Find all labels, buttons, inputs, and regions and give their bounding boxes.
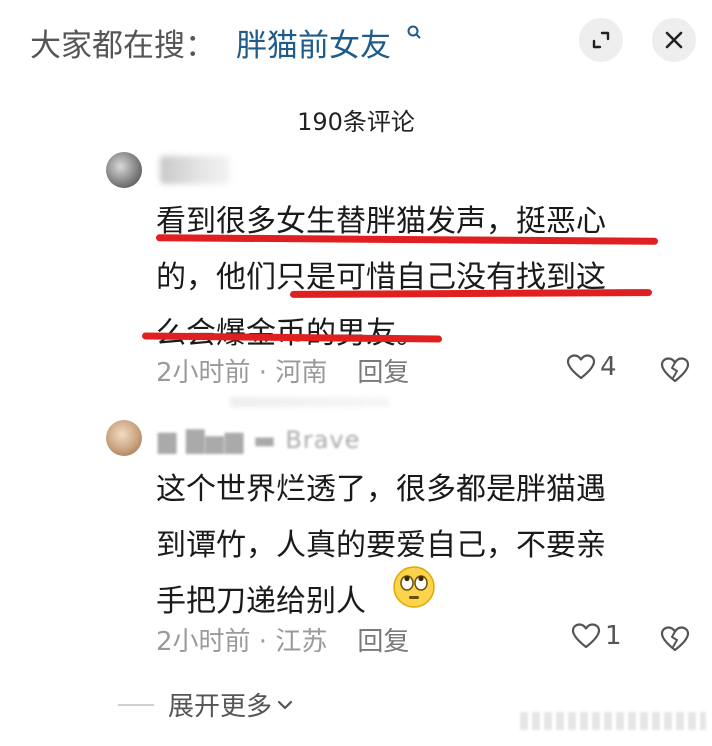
blurred-divider [230,397,390,407]
divider [118,703,154,706]
comment-line: 手把刀递给别人 [156,584,366,619]
broken-heart-icon[interactable] [660,624,690,654]
comment-text: 这个世界烂透了，很多都是胖猫遇 到谭竹，人真的要爱自己，不要亲 手把刀递给别人 [156,462,606,630]
username-blurred[interactable] [160,156,230,184]
reply-button[interactable]: 回复 [357,358,409,388]
heart-icon [566,354,596,380]
watermark [520,712,706,730]
comment-location: 河南 [275,358,328,388]
reply-button[interactable]: 回复 [357,627,409,657]
chevron-down-icon [277,700,293,709]
like-button[interactable]: 4 [566,352,617,382]
comment-time: 2小时前 [156,358,251,388]
expand-more-button[interactable]: 展开更多 [118,686,294,723]
comment-line: 到谭竹，人真的要爱自己，不要亲 [156,528,606,563]
search-header: 大家都在搜： 胖猫前女友 [0,0,712,80]
like-button[interactable]: 1 [571,621,622,651]
username[interactable]: ▆ ▇▅▆ ▬ Brave [158,426,360,454]
comment-location: 江苏 [275,627,328,657]
like-count: 1 [605,621,622,651]
expand-icon [592,31,610,49]
expand-button[interactable] [579,18,623,62]
trending-keyword-link[interactable]: 胖猫前女友 [236,20,391,65]
heart-icon [571,623,601,649]
rolling-eyes-emoji-icon [393,566,435,608]
expand-more-label: 展开更多 [168,692,273,722]
close-button[interactable] [652,18,696,62]
search-icon[interactable] [405,24,423,42]
comment-time: 2小时前 [156,627,251,657]
close-icon [665,31,683,49]
comments-count: 190条评论 [297,108,415,136]
comment-meta: 2小时前 · 江苏 回复 [156,627,410,657]
avatar[interactable] [106,152,142,188]
comment-meta: 2小时前 · 河南 回复 [156,358,410,388]
header-prefix: 大家都在搜： [30,28,216,64]
broken-heart-icon[interactable] [660,355,690,385]
avatar[interactable] [106,420,142,456]
like-count: 4 [600,352,617,382]
comment-line: 这个世界烂透了，很多都是胖猫遇 [156,472,606,507]
